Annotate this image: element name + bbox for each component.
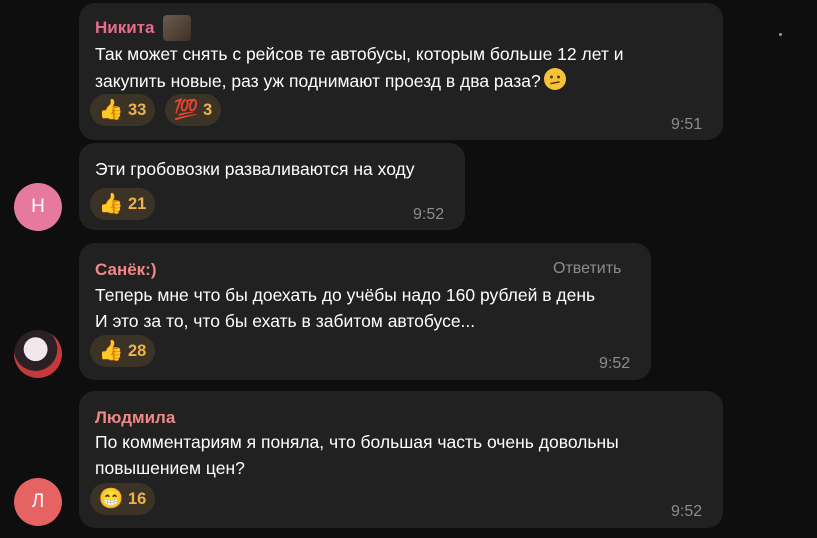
- reply-button[interactable]: Ответить: [553, 260, 621, 278]
- avatar[interactable]: Н: [14, 183, 62, 231]
- message-time: 9:52: [599, 355, 631, 372]
- thumbs-up-icon: 👍: [98, 193, 124, 215]
- avatar[interactable]: [14, 330, 62, 378]
- thumbs-up-icon: 👍: [98, 340, 124, 362]
- reaction-count: 3: [203, 100, 213, 119]
- message-text: Теперь мне что бы доехать до учёбы надо …: [95, 285, 596, 331]
- message-author[interactable]: Санёк:): [95, 260, 157, 280]
- reaction-grinning[interactable]: 😁 16: [90, 483, 156, 515]
- message-bubble[interactable]: Никита Так может снять с рейсов те автоб…: [79, 3, 782, 140]
- message-text: Так может снять с рейсов те автобусы, ко…: [95, 44, 624, 91]
- reaction-count: 33: [128, 100, 147, 119]
- message-author[interactable]: Никита: [95, 18, 154, 38]
- message-time: 9:51: [671, 116, 703, 133]
- avatar-image: [14, 330, 62, 378]
- message-time: 9:52: [671, 503, 703, 520]
- reaction-thumbs-up[interactable]: 👍 21: [90, 188, 156, 220]
- message-text: По комментариям я поняла, что большая ча…: [95, 432, 619, 478]
- reaction-count: 16: [128, 489, 147, 508]
- reaction-count: 28: [128, 341, 147, 360]
- message-bubble[interactable]: Эти гробовозки разваливаются на ходу 👍 2…: [79, 143, 465, 230]
- reaction-thumbs-up[interactable]: 👍 33: [90, 94, 156, 126]
- hundred-points-icon: 💯: [173, 99, 199, 121]
- message-time: 9:52: [413, 206, 445, 223]
- message-bubble[interactable]: Санёк:) Ответить Теперь мне что бы доеха…: [79, 243, 651, 380]
- thumbs-up-icon: 👍: [98, 99, 124, 121]
- reaction-thumbs-up[interactable]: 👍 28: [90, 335, 156, 367]
- avatar-letter: Н: [31, 196, 45, 217]
- avatar-letter: Л: [31, 491, 45, 512]
- message-bubble[interactable]: Людмила По комментариям я поняла, что бо…: [79, 391, 723, 528]
- confused-face-icon: [543, 68, 566, 90]
- message-author[interactable]: Людмила: [95, 408, 175, 428]
- author-emoji-sticker: [163, 15, 191, 41]
- message-text: Эти гробовозки разваливаются на ходу: [95, 159, 415, 179]
- reaction-hundred[interactable]: 💯 3: [165, 94, 222, 126]
- grinning-face-icon: 😁: [98, 488, 124, 510]
- reaction-count: 21: [128, 194, 147, 213]
- avatar[interactable]: Л: [14, 478, 62, 526]
